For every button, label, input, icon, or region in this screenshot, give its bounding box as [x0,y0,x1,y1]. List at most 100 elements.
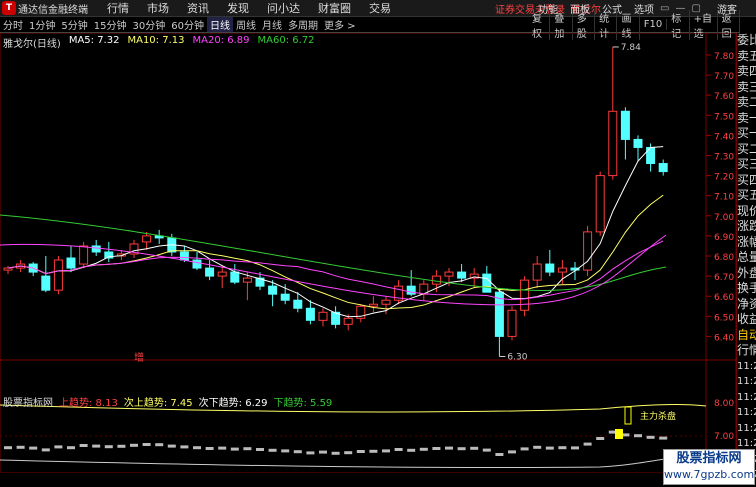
candle-body [305,307,315,321]
period-weekly[interactable]: 周线 [233,17,259,32]
period-30min[interactable]: 30分钟 [129,17,168,32]
period-5min[interactable]: 5分钟 [58,17,90,32]
high-label: 7.84 [621,43,641,53]
period-more[interactable]: 更多 > [321,17,359,32]
panel-item: 外盘 [737,265,756,280]
panel-item: 卖三 [737,79,756,94]
signal-box [624,406,632,425]
indicator-bar [4,446,12,450]
indicator-bar [142,443,151,446]
indicator-up2: 次上趋势: 7.45 [123,398,193,409]
price-tick-label: 6.40 [714,333,734,343]
period-daily[interactable]: 日线 [206,17,233,32]
panel-item: 卖五 [737,48,756,63]
indicator-bar [79,444,88,447]
tool-f10[interactable]: F10 [640,19,668,30]
chart-toolbar: 复权 叠加 多股 统计 画线 F10 标记 +自选 返回 [528,9,740,40]
indicator-tick-label: 7.00 [714,432,734,442]
price-tick-label: 7.80 [714,52,734,62]
period-bar: 分时 1分钟 5分钟 15分钟 30分钟 60分钟 日线 周线 月线 多周期 更… [0,17,528,33]
price-tick-label: 6.90 [714,233,734,243]
watermark: 股票指标网 www.7gpzb.com [663,449,755,485]
indicator-bar [293,450,302,454]
candle-body [179,251,189,261]
indicator-bar [130,443,138,447]
price-tick-label: 6.70 [714,273,734,283]
indicator-legend: 股票指标网 上趋势: 8.13 次上趋势: 7.45 次下趋势: 6.29 下趋… [3,394,332,409]
low-label: 6.30 [507,353,527,363]
signal-box [615,429,623,439]
panel-item: 涨跌 [737,219,756,233]
period-15min[interactable]: 15分钟 [91,17,130,32]
panel-item: 买四 [737,172,756,187]
period-1min[interactable]: 1分钟 [26,17,58,32]
price-tick-label: 7.10 [714,193,734,203]
panel-item: 11:25 [737,391,756,403]
indicator-bar [180,445,189,449]
indicator-bar [432,447,441,450]
period-intraday[interactable]: 分时 [0,17,26,32]
period-60min[interactable]: 60分钟 [168,17,207,32]
candle-body [620,110,630,140]
panel-item[interactable]: 自动 [737,328,756,344]
indicator-bar [218,446,227,450]
ma-legend: 雅戈尔(日线) MA5: 7.32 MA10: 7.13 MA20: 6.89 … [3,35,315,50]
price-tick-label: 7.30 [714,153,734,163]
indicator-signal-label: 主力杀盘 [640,410,676,422]
candle-body [444,271,454,277]
indicator-bar [382,449,390,453]
indicator-bar [356,450,365,453]
main-menu: 行情 市场 资讯 发现 问小达 财富圈 交易 [98,0,400,16]
indicator-bar [394,448,403,451]
indicator-bar [92,444,101,448]
indicator-bar [596,437,605,440]
indicator-bar [344,451,353,455]
panel-item: 买二 [737,141,756,156]
candle-body [41,275,51,291]
watermark-title: 股票指标网 [676,451,742,466]
indicator-down2: 次下趋势: 6.29 [198,398,268,409]
increase-marker: 增 [134,351,144,364]
period-monthly[interactable]: 月线 [259,17,285,32]
panel-item: 现价 [737,203,756,218]
indicator-bar [583,442,592,446]
candle-body [595,175,605,233]
panel-item: 换手 [737,281,756,295]
title-bar: T 通达信金融终端 行情 市场 资讯 发现 问小达 财富圈 交易 证券交易未登录… [0,0,756,17]
candle-body [205,267,215,277]
panel-item: 委比 [737,33,756,47]
indicator-bar [369,449,378,453]
indicator-tick-label: 8.00 [714,399,734,409]
candle-body [268,285,278,295]
legend-ma10: MA10: 7.13 [127,35,185,46]
candle-body [368,303,378,307]
period-multi[interactable]: 多周期 [285,17,321,32]
panel-item: 总量 [737,250,756,264]
indicator-bar [419,447,428,451]
menu-market[interactable]: 市场 [138,0,178,16]
indicator-bar [646,435,655,439]
indicator-bar [16,445,25,449]
panel-item: 11:25 [737,407,756,418]
menu-discover[interactable]: 发现 [218,0,258,16]
price-tick-label: 6.80 [714,253,734,263]
legend-stock: 雅戈尔(日线) [3,39,61,50]
candle-body [53,259,63,291]
indicator-bar [457,447,466,451]
price-tick-label: 7.20 [714,173,734,183]
menu-ask[interactable]: 问小达 [258,0,309,16]
candle-body [532,263,542,281]
indicator-bar [155,443,164,447]
indicator-bar [281,449,290,453]
menu-quotes[interactable]: 行情 [98,0,138,16]
menu-news[interactable]: 资讯 [178,0,218,16]
candle-body [3,267,13,271]
menu-wealth[interactable]: 财富圈 [309,0,360,16]
app-logo-icon: T [2,1,16,15]
menu-trade[interactable]: 交易 [360,0,400,16]
indicator-bar [508,450,516,454]
panel-item: 买一 [737,126,756,140]
indicator-bar [533,445,542,449]
indicator-bar [54,445,63,449]
candle-body [91,245,101,253]
